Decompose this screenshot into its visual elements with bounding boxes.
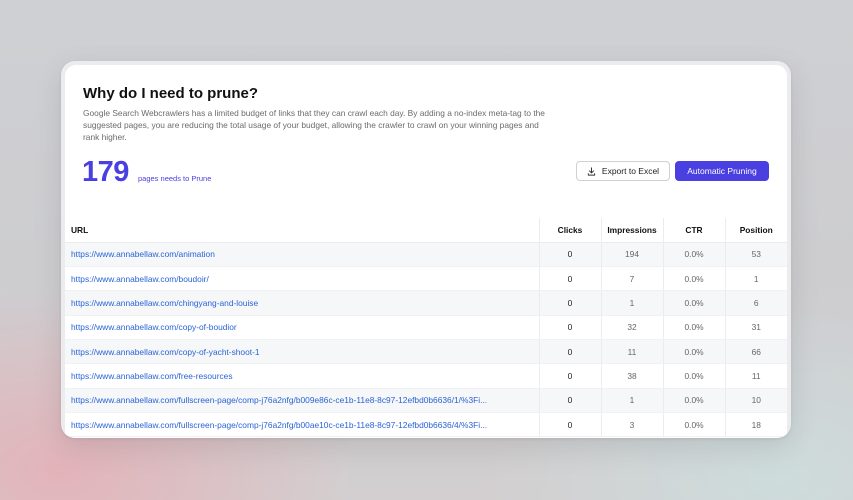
- column-header-impressions[interactable]: Impressions: [601, 218, 664, 243]
- url-link[interactable]: https://www.annabellaw.com/chingyang-and…: [65, 290, 540, 316]
- automatic-pruning-button[interactable]: Automatic Pruning: [675, 161, 769, 181]
- download-icon: [587, 166, 596, 176]
- prune-panel: Why do I need to prune? Google Search We…: [61, 61, 791, 438]
- position-cell: 53: [725, 242, 787, 268]
- position-cell: 18: [725, 412, 787, 438]
- table-header-row: URL Clicks Impressions CTR Position: [65, 218, 787, 243]
- url-link[interactable]: https://www.annabellaw.com/copy-of-boudi…: [65, 315, 540, 340]
- ctr-cell: 0.0%: [663, 412, 726, 438]
- clicks-cell: 0: [539, 290, 602, 316]
- url-link[interactable]: https://www.annabellaw.com/boudoir/: [65, 266, 540, 292]
- impressions-cell: 3: [601, 412, 664, 438]
- ctr-cell: 0.0%: [663, 315, 726, 340]
- impressions-cell: 32: [601, 315, 664, 340]
- impressions-cell: 1: [601, 290, 664, 316]
- url-link[interactable]: https://www.annabellaw.com/animation: [65, 242, 540, 268]
- prune-count: 179: [82, 156, 129, 188]
- export-button-label: Export to Excel: [601, 166, 660, 176]
- url-link[interactable]: https://www.annabellaw.com/fullscreen-pa…: [65, 412, 540, 438]
- clicks-cell: 0: [539, 266, 602, 292]
- position-cell: 10: [725, 388, 787, 413]
- impressions-cell: 1: [601, 388, 664, 413]
- table-row: https://www.annabellaw.com/free-resource…: [65, 363, 787, 389]
- position-cell: 11: [725, 363, 787, 389]
- column-header-clicks[interactable]: Clicks: [539, 218, 602, 243]
- column-header-ctr[interactable]: CTR: [663, 218, 726, 243]
- table-row: https://www.annabellaw.com/animation 0 1…: [65, 242, 787, 268]
- ctr-cell: 0.0%: [663, 242, 726, 268]
- prune-count-label: pages needs to Prune: [138, 174, 212, 183]
- clicks-cell: 0: [539, 412, 602, 438]
- automatic-pruning-label: Automatic Pruning: [687, 166, 757, 176]
- export-to-excel-button[interactable]: Export to Excel: [576, 161, 670, 181]
- ctr-cell: 0.0%: [663, 339, 726, 365]
- table-row: https://www.annabellaw.com/boudoir/ 0 7 …: [65, 266, 787, 292]
- url-link[interactable]: https://www.annabellaw.com/free-resource…: [65, 363, 540, 389]
- ctr-cell: 0.0%: [663, 266, 726, 292]
- impressions-cell: 11: [601, 339, 664, 365]
- ctr-cell: 0.0%: [663, 290, 726, 316]
- panel-title: Why do I need to prune?: [83, 85, 258, 102]
- clicks-cell: 0: [539, 242, 602, 268]
- ctr-cell: 0.0%: [663, 363, 726, 389]
- pages-table: URL Clicks Impressions CTR Position http…: [65, 218, 787, 438]
- position-cell: 6: [725, 290, 787, 316]
- panel-description: Google Search Webcrawlers has a limited …: [83, 108, 545, 142]
- impressions-cell: 194: [601, 242, 664, 268]
- clicks-cell: 0: [539, 363, 602, 389]
- table-row: https://www.annabellaw.com/copy-of-boudi…: [65, 315, 787, 340]
- table-row: https://www.annabellaw.com/fullscreen-pa…: [65, 412, 787, 438]
- table-row: https://www.annabellaw.com/copy-of-yacht…: [65, 339, 787, 365]
- position-cell: 66: [725, 339, 787, 365]
- position-cell: 1: [725, 266, 787, 292]
- pages-table-container: URL Clicks Impressions CTR Position http…: [65, 218, 787, 438]
- impressions-cell: 38: [601, 363, 664, 389]
- column-header-position[interactable]: Position: [725, 218, 787, 243]
- clicks-cell: 0: [539, 339, 602, 365]
- url-link[interactable]: https://www.annabellaw.com/copy-of-yacht…: [65, 339, 540, 365]
- clicks-cell: 0: [539, 315, 602, 340]
- table-row: https://www.annabellaw.com/fullscreen-pa…: [65, 388, 787, 413]
- table-row: https://www.annabellaw.com/chingyang-and…: [65, 290, 787, 316]
- impressions-cell: 7: [601, 266, 664, 292]
- clicks-cell: 0: [539, 388, 602, 413]
- column-header-url[interactable]: URL: [65, 218, 540, 243]
- ctr-cell: 0.0%: [663, 388, 726, 413]
- position-cell: 31: [725, 315, 787, 340]
- url-link[interactable]: https://www.annabellaw.com/fullscreen-pa…: [65, 388, 540, 413]
